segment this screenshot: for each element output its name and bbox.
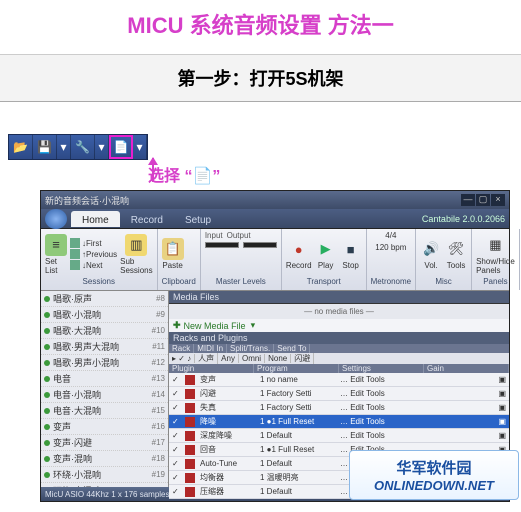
- sidebar-item[interactable]: 环绕·小混响#19: [41, 467, 168, 483]
- rack-row[interactable]: ✓降噪1 ●1 Full Reset… Edit Tools▣: [169, 415, 509, 429]
- mini-toolbar: 📂 💾 ▾ 🔧 ▾ 📄 ▾: [8, 134, 148, 160]
- sidebar-item[interactable]: 唱歌·大混响#10: [41, 323, 168, 339]
- chevron-down-icon[interactable]: ▾: [57, 135, 71, 159]
- orb-button[interactable]: [45, 209, 67, 229]
- rack-icon[interactable]: 📄: [109, 135, 133, 159]
- group-sessions-label: Sessions: [45, 277, 153, 288]
- titlebar: 新的音频会话·小混响 — ▢ ×: [41, 191, 509, 209]
- close-button[interactable]: ×: [491, 194, 505, 206]
- chevron-down-icon[interactable]: ▾: [133, 135, 147, 159]
- setlist-button[interactable]: ≡Set List: [45, 234, 67, 275]
- panels-button[interactable]: ▦Show/Hide Panels: [476, 234, 515, 275]
- status-driver: MicU ASIO 44Khz 1 x 176 samples: [45, 490, 170, 499]
- play-button[interactable]: ▶Play: [315, 238, 337, 270]
- previous-button[interactable]: ↑Previous: [70, 249, 117, 259]
- sidebar-item[interactable]: 电音·大混响#15: [41, 403, 168, 419]
- watermark-line2: ONLINEDOWN.NET: [374, 478, 494, 493]
- output-level[interactable]: [243, 242, 277, 248]
- maximize-button[interactable]: ▢: [476, 194, 490, 206]
- sidebar-item[interactable]: 唱歌·小混响#9: [41, 307, 168, 323]
- plus-icon: ✚: [173, 320, 181, 331]
- output-label: Output: [227, 231, 251, 240]
- tempo[interactable]: 120 bpm: [375, 243, 406, 252]
- app-title: Cantabile 2.0.0.2066: [422, 214, 505, 224]
- mediafiles-empty: — no media files —: [169, 304, 509, 319]
- group-clipboard-label: Clipboard: [162, 277, 196, 288]
- save-icon[interactable]: 💾: [33, 135, 57, 159]
- new-mediafile-button[interactable]: ✚New Media File▾: [169, 319, 509, 332]
- minimize-button[interactable]: —: [461, 194, 475, 206]
- sidebar-item[interactable]: 唱歌·原声#8: [41, 291, 168, 307]
- sidebar-item[interactable]: 变声#16: [41, 419, 168, 435]
- watermark-line1: 华军软件园: [396, 457, 471, 478]
- tab-setup[interactable]: Setup: [174, 211, 222, 227]
- chevron-down-icon[interactable]: ▾: [95, 135, 109, 159]
- racks-header: Racks and Plugins: [169, 332, 509, 344]
- ribbon-tabs: Home Record Setup Cantabile 2.0.0.2066: [41, 209, 509, 229]
- sidebar-item[interactable]: 唱歌·男声大混响#11: [41, 339, 168, 355]
- rack-row[interactable]: ✓闪避1 Factory Setti… Edit Tools▣: [169, 387, 509, 401]
- next-button[interactable]: ↓Next: [70, 260, 117, 270]
- rack-row[interactable]: ✓失真1 Factory Setti… Edit Tools▣: [169, 401, 509, 415]
- ribbon: ≡Set List ↓First ↑Previous ↓Next ▥Sub Se…: [41, 229, 509, 291]
- rack-row[interactable]: ✓深度降噪1 Default… Edit Tools▣: [169, 429, 509, 443]
- time-sig[interactable]: 4/4: [385, 231, 396, 240]
- record-button[interactable]: ●Record: [286, 238, 312, 270]
- callout-label: 选择 “📄”: [148, 162, 220, 186]
- first-button[interactable]: ↓First: [70, 238, 117, 248]
- tab-record[interactable]: Record: [120, 211, 174, 227]
- watermark: 华军软件园 ONLINEDOWN.NET: [349, 450, 519, 500]
- page-title: MICU 系统音频设置 方法一: [0, 0, 521, 55]
- tab-home[interactable]: Home: [71, 211, 120, 227]
- group-panels-label: Panels: [476, 277, 515, 288]
- group-misc-label: Misc: [420, 277, 467, 288]
- stop-button[interactable]: ■Stop: [340, 238, 362, 270]
- paste-button[interactable]: 📋Paste: [162, 238, 184, 270]
- group-master-label: Master Levels: [205, 277, 277, 288]
- sidebar-item[interactable]: 电音·小混响#14: [41, 387, 168, 403]
- sidebar-item[interactable]: 电音#13: [41, 371, 168, 387]
- center-title: 新的音频会话·小混响: [45, 194, 129, 207]
- sidebar-item[interactable]: 变声·闪避#17: [41, 435, 168, 451]
- sidebar-item[interactable]: 环绕·大混响#20: [41, 483, 168, 487]
- rack-topcols: RackMIDI InSplit/Trans.Send To: [169, 344, 509, 353]
- rack-row[interactable]: ✓变声1 no name… Edit Tools▣: [169, 373, 509, 387]
- rack-subcols[interactable]: ▸ ✓ ♪ 人声AnyOmniNone闪避: [169, 353, 509, 364]
- rack-cols: PluginProgramSettingsGain: [169, 364, 509, 373]
- session-list[interactable]: 唱歌·原声#8唱歌·小混响#9唱歌·大混响#10唱歌·男声大混响#11唱歌·男声…: [41, 291, 169, 487]
- open-icon[interactable]: 📂: [9, 135, 33, 159]
- subsessions-button[interactable]: ▥Sub Sessions: [120, 234, 152, 275]
- step-title: 第一步：打开5S机架: [0, 55, 521, 102]
- input-label: Input: [205, 231, 223, 240]
- sidebar-item[interactable]: 变声·混响#18: [41, 451, 168, 467]
- tool-icon[interactable]: 🔧: [71, 135, 95, 159]
- group-transport-label: Transport: [286, 277, 362, 288]
- vol-button[interactable]: 🔊Vol.: [420, 238, 442, 270]
- mediafiles-header: Media Files: [169, 291, 509, 304]
- sidebar-item[interactable]: 唱歌·男声小混响#12: [41, 355, 168, 371]
- tools-button[interactable]: 🛠Tools: [445, 238, 467, 270]
- group-metronome-label: Metronome: [371, 277, 411, 288]
- input-level[interactable]: [205, 242, 239, 248]
